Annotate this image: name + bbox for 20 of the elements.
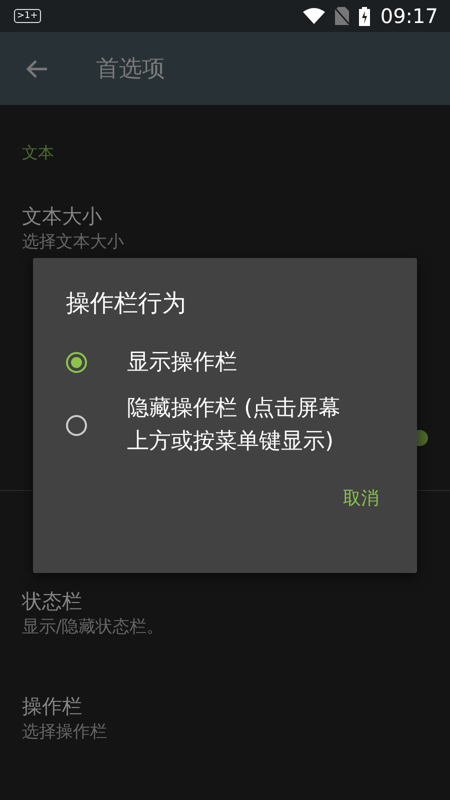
option-label[interactable]: 显示操作栏 [127, 346, 237, 378]
notification-badge: >1+ [14, 9, 41, 23]
dialog-title: 操作栏行为 [66, 288, 187, 319]
battery-charging-icon [359, 6, 370, 26]
clock: 09:17 [380, 4, 438, 28]
setting-summary: 选择操作栏 [22, 720, 107, 744]
back-arrow-icon[interactable] [26, 60, 48, 78]
setting-summary: 显示/隐藏状态栏。 [22, 616, 164, 638]
no-sim-icon [335, 7, 350, 25]
wifi-icon [303, 8, 326, 24]
section-header: 文本 [21, 142, 55, 164]
setting-title[interactable]: 文本大小 [22, 202, 124, 230]
radio-button[interactable] [66, 414, 87, 436]
screen-title: 首选项 [96, 55, 165, 84]
setting-title[interactable]: 状态栏 [22, 586, 164, 614]
setting-summary: 选择文本大小 [22, 230, 124, 254]
setting-title[interactable]: 操作栏 [22, 692, 107, 720]
radio-button[interactable] [66, 352, 87, 372]
cancel-button[interactable]: 取消 [327, 480, 395, 516]
option-label[interactable]: 隐藏操作栏 (点击屏幕上方或按菜单键显示) [127, 392, 342, 458]
